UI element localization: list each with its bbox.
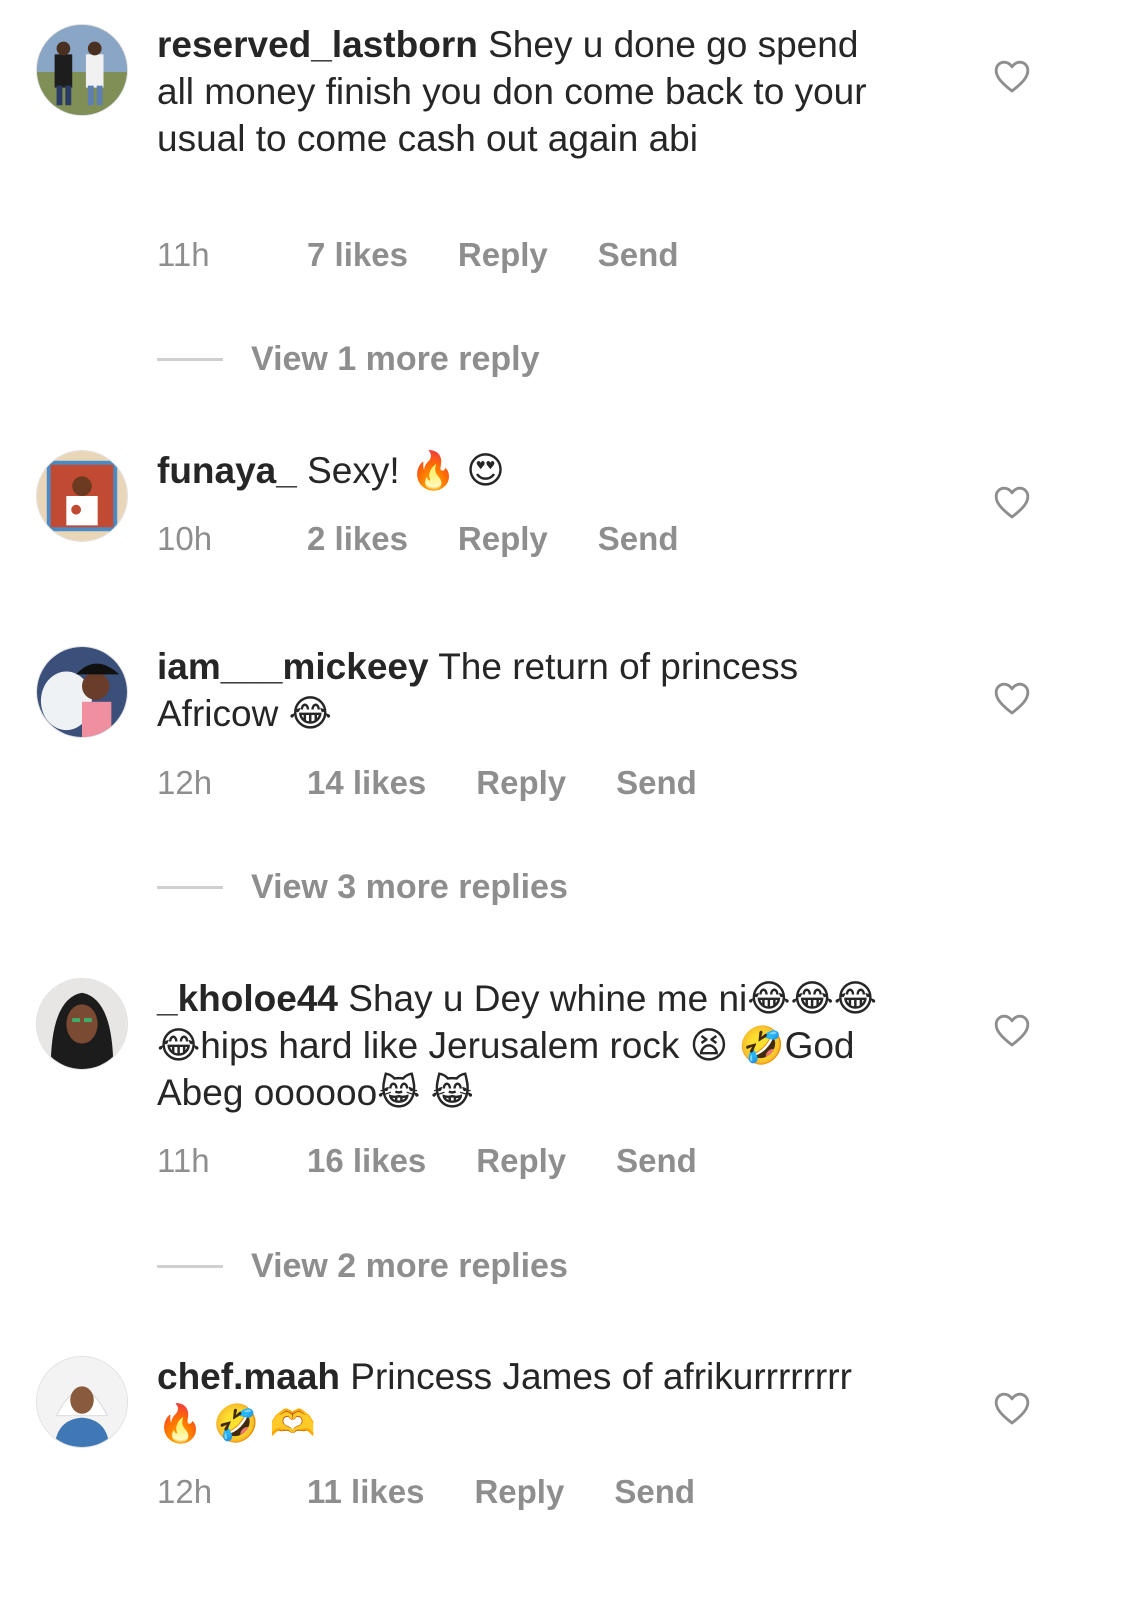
- reply-button[interactable]: Reply: [476, 764, 566, 802]
- heart-outline-icon[interactable]: [993, 484, 1031, 520]
- comment-username[interactable]: _kholoe44: [157, 978, 338, 1019]
- comment-time: 11h: [157, 1142, 210, 1179]
- comment-time: 10h: [157, 520, 213, 557]
- comment-likes[interactable]: 2 likes: [307, 520, 408, 558]
- reply-button[interactable]: Reply: [476, 1142, 566, 1180]
- comment-likes[interactable]: 16 likes: [307, 1142, 426, 1180]
- send-button[interactable]: Send: [598, 236, 679, 274]
- view-more-replies[interactable]: View 1 more reply: [157, 340, 540, 379]
- reply-button[interactable]: Reply: [458, 236, 548, 274]
- comment-username[interactable]: chef.maah: [157, 1356, 340, 1397]
- comment-username[interactable]: reserved_lastborn: [157, 24, 478, 65]
- divider-line: [157, 1265, 223, 1268]
- comment-time: 12h: [157, 764, 213, 801]
- comment-meta: 11h 16 likes Reply Send: [157, 1142, 747, 1180]
- comment-body: Sexy! 🔥 😍: [307, 450, 505, 491]
- comment-meta: 11h 7 likes Reply Send: [157, 236, 728, 274]
- reply-button[interactable]: Reply: [474, 1473, 564, 1511]
- view-more-replies[interactable]: View 2 more replies: [157, 1247, 568, 1286]
- heart-outline-icon[interactable]: [993, 58, 1031, 94]
- view-more-label: View 1 more reply: [251, 340, 540, 378]
- avatar[interactable]: [36, 450, 128, 542]
- comment-time: 12h: [157, 1473, 213, 1510]
- avatar[interactable]: [36, 1356, 128, 1448]
- comment-text: funaya_ Sexy! 🔥 😍: [157, 447, 897, 494]
- divider-line: [157, 358, 223, 361]
- comment-time: 11h: [157, 236, 210, 273]
- heart-outline-icon[interactable]: [993, 680, 1031, 716]
- comment-likes[interactable]: 11 likes: [307, 1473, 424, 1511]
- comment-text: chef.maah Princess James of afrikurrrrrr…: [157, 1353, 897, 1447]
- view-more-replies[interactable]: View 3 more replies: [157, 868, 568, 907]
- reply-button[interactable]: Reply: [458, 520, 548, 558]
- view-more-label: View 2 more replies: [251, 1247, 568, 1285]
- comment-meta: 12h 11 likes Reply Send: [157, 1473, 745, 1511]
- avatar[interactable]: [36, 646, 128, 738]
- comment-likes[interactable]: 14 likes: [307, 764, 426, 802]
- comment-text: _kholoe44 Shay u Dey whine me ni😂😂😂😂hips…: [157, 975, 897, 1116]
- comment-meta: 12h 14 likes Reply Send: [157, 764, 747, 802]
- send-button[interactable]: Send: [598, 520, 679, 558]
- comment-username[interactable]: funaya_: [157, 450, 297, 491]
- divider-line: [157, 886, 223, 889]
- avatar[interactable]: [36, 978, 128, 1070]
- send-button[interactable]: Send: [616, 764, 697, 802]
- comment-username[interactable]: iam___mickeey: [157, 646, 429, 687]
- comment-text: reserved_lastborn Shey u done go spend a…: [157, 21, 897, 162]
- avatar[interactable]: [36, 24, 128, 116]
- comment-likes[interactable]: 7 likes: [307, 236, 408, 274]
- comment-meta: 10h 2 likes Reply Send: [157, 520, 728, 558]
- view-more-label: View 3 more replies: [251, 868, 568, 906]
- heart-outline-icon[interactable]: [993, 1012, 1031, 1048]
- send-button[interactable]: Send: [616, 1142, 697, 1180]
- comment-text: iam___mickeey The return of princess Afr…: [157, 643, 897, 737]
- heart-outline-icon[interactable]: [993, 1390, 1031, 1426]
- send-button[interactable]: Send: [614, 1473, 695, 1511]
